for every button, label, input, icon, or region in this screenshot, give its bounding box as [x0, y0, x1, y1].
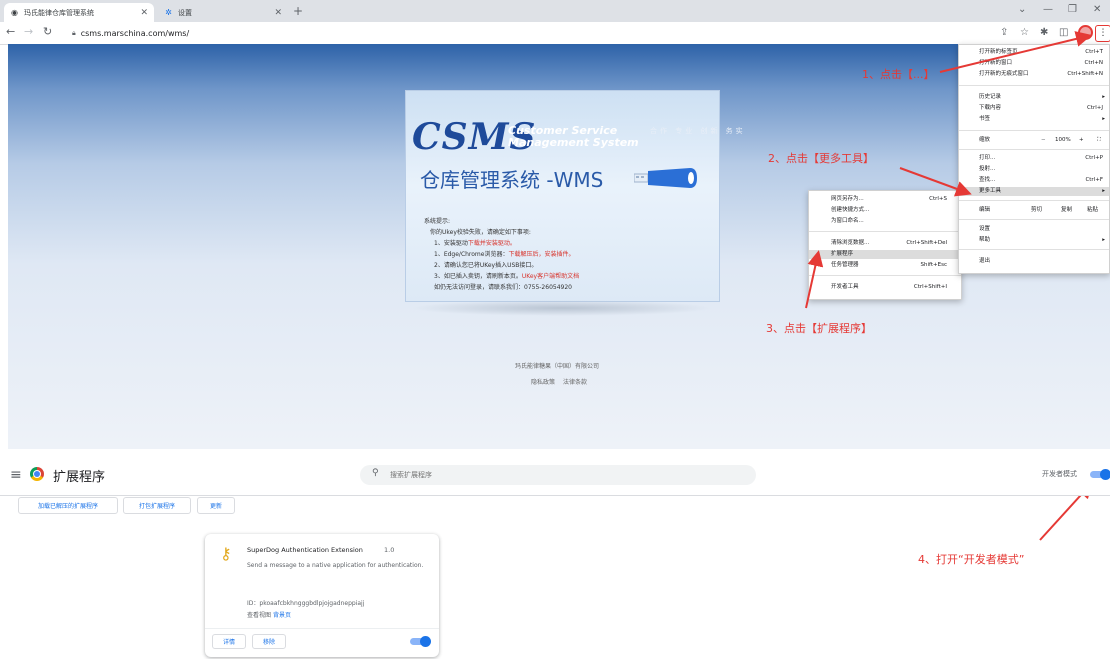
- pack-extension-button[interactable]: 打包扩展程序: [123, 497, 191, 514]
- load-unpacked-button[interactable]: 加载已解压的扩展程序: [18, 497, 118, 514]
- background-page-link[interactable]: 背景页: [273, 612, 291, 619]
- search-icon: ⚲: [372, 468, 379, 478]
- arrow-step1: [939, 31, 1092, 73]
- arrow-step2: [899, 167, 972, 197]
- details-button[interactable]: 详情: [212, 634, 246, 649]
- key-icon: ⚷: [220, 544, 232, 563]
- page-title: 扩展程序: [53, 470, 106, 485]
- chrome-logo-icon: [30, 467, 44, 481]
- extension-description: Send a message to a native application f…: [247, 562, 424, 569]
- search-input[interactable]: [390, 466, 690, 483]
- annotation-step3: 3、点击【扩展程序】: [766, 322, 872, 335]
- extension-enable-toggle[interactable]: [410, 636, 431, 647]
- divider: [0, 495, 1110, 496]
- extension-version: 1.0: [384, 546, 395, 554]
- inspect-views: 查看视图 背景页: [247, 612, 291, 619]
- annotation-step4: 4、打开“开发者模式”: [918, 553, 1025, 566]
- arrow-step3: [805, 250, 824, 309]
- extension-name: SuperDog Authentication Extension: [247, 546, 363, 554]
- divider: [205, 628, 439, 629]
- developer-mode-label: 开发者模式: [1042, 470, 1077, 478]
- annotation-step1: 1、点击【...】: [862, 68, 935, 81]
- annotation-step2: 2、点击【更多工具】: [768, 152, 874, 165]
- remove-button[interactable]: 移除: [252, 634, 286, 649]
- developer-mode-toggle[interactable]: [1090, 469, 1110, 480]
- hamburger-menu-icon[interactable]: ≡: [10, 467, 22, 483]
- extension-id: ID：pkoaafcbkhngggbdlpjojgadneppiajj: [247, 600, 365, 607]
- update-button[interactable]: 更新: [197, 497, 235, 514]
